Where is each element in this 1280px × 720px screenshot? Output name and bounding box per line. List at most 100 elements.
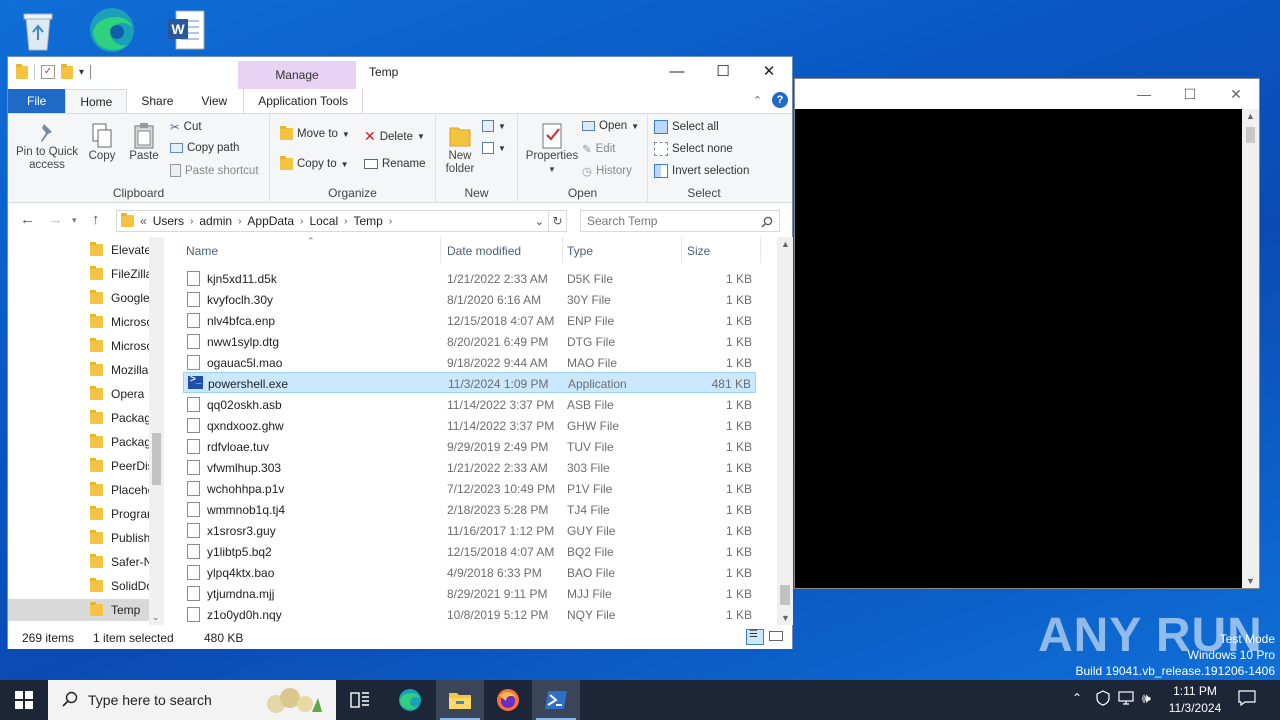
notifications-icon[interactable] <box>1238 690 1256 709</box>
nav-item[interactable]: Mozilla <box>90 359 150 381</box>
table-row[interactable]: ylpq4ktx.bao 4/9/2018 6:33 PM BAO File 1 KB <box>183 562 756 583</box>
nav-item[interactable]: Safer-N <box>90 551 150 573</box>
nav-item[interactable]: Packag <box>90 431 150 453</box>
paste-button[interactable]: Paste <box>128 122 160 163</box>
nav-item[interactable]: Google <box>90 287 150 309</box>
task-view-button[interactable] <box>336 680 384 720</box>
recent-locations-icon[interactable]: ▾ <box>72 215 77 226</box>
large-icons-view-button[interactable] <box>768 629 786 645</box>
search-icon[interactable] <box>761 214 773 234</box>
customize-toolbar-icon[interactable]: ▾ <box>79 67 84 78</box>
back-arrow-icon[interactable]: ← <box>20 211 35 228</box>
chevron-right-icon[interactable]: › <box>190 216 193 227</box>
table-row[interactable]: rdfvloae.tuv 9/29/2019 2:49 PM TUV File 1 K… <box>183 436 756 457</box>
tab-file[interactable]: File <box>8 89 66 113</box>
new-folder-button[interactable]: New folder <box>440 122 480 176</box>
breadcrumb-admin[interactable]: admin <box>199 214 232 228</box>
console-window[interactable]: — ☐ ✕ ▲ ▼ <box>794 78 1260 589</box>
paste-shortcut-button[interactable]: Paste shortcut <box>170 164 259 177</box>
breadcrumb-overflow[interactable]: « <box>140 214 147 228</box>
up-arrow-icon[interactable]: ↑ <box>92 211 100 228</box>
nav-item[interactable]: Packag <box>90 407 150 429</box>
help-icon[interactable]: ? <box>772 92 788 108</box>
column-name[interactable]: Name <box>186 244 218 258</box>
edge-icon[interactable] <box>84 4 140 56</box>
nav-item-temp-selected[interactable]: Temp <box>8 599 149 621</box>
table-row[interactable]: qxndxooz.ghw 11/14/2022 3:37 PM GHW File 1 … <box>183 415 756 436</box>
table-row[interactable]: ytjumdna.mjj 8/29/2021 9:11 PM MJJ File 1 K… <box>183 583 756 604</box>
scroll-down-icon[interactable]: ⌄ <box>152 612 160 623</box>
tab-view[interactable]: View <box>187 89 241 113</box>
console-maximize-button[interactable]: ☐ <box>1167 86 1213 103</box>
breadcrumb-users[interactable]: Users <box>153 214 184 228</box>
nav-item[interactable]: SolidDo <box>90 575 150 597</box>
clock[interactable]: 1:11 PM 11/3/2024 <box>1166 683 1224 717</box>
table-row[interactable]: qq02oskh.asb 11/14/2022 3:37 PM ASB File 1 … <box>183 394 756 415</box>
show-hidden-icons-icon[interactable]: ⌃ <box>1072 691 1082 705</box>
table-row[interactable]: nww1sylp.dtg 8/20/2021 6:49 PM DTG File 1 K… <box>183 331 756 352</box>
taskbar-edge-button[interactable] <box>386 680 434 720</box>
network-icon[interactable] <box>1118 691 1134 708</box>
tab-application-tools[interactable]: Application Tools <box>243 89 364 113</box>
column-date-modified[interactable]: Date modified <box>447 244 521 258</box>
close-button[interactable]: ✕ <box>746 57 792 87</box>
copy-path-button[interactable]: Copy path <box>170 142 239 154</box>
start-button[interactable] <box>0 680 48 720</box>
chevron-right-icon[interactable]: › <box>238 216 241 227</box>
column-divider[interactable] <box>562 237 563 263</box>
details-view-button[interactable]: ☰ <box>746 629 764 645</box>
new-item-button[interactable]: ▼ <box>482 120 506 132</box>
scroll-up-icon[interactable]: ▲ <box>1246 111 1255 121</box>
address-dropdown-icon[interactable]: ⌄ <box>535 215 544 228</box>
refresh-button[interactable]: ↻ <box>549 210 567 232</box>
nav-item[interactable]: FileZilla <box>90 263 150 285</box>
file-list-scroll-thumb[interactable] <box>780 585 790 605</box>
taskbar-powershell-button[interactable] <box>532 680 580 720</box>
properties-button[interactable]: Properties ▼ <box>524 122 580 176</box>
new-folder-icon[interactable] <box>61 63 73 79</box>
open-button[interactable]: Open ▼ <box>582 120 639 132</box>
taskbar-file-explorer-button[interactable] <box>436 680 484 720</box>
table-row[interactable]: vfwmlhup.303 1/21/2022 2:33 AM 303 File 1 K… <box>183 457 756 478</box>
table-row[interactable]: nlv4bfca.enp 12/15/2018 4:07 AM ENP File 1 … <box>183 310 756 331</box>
word-document-icon[interactable]: W <box>158 4 214 56</box>
column-divider[interactable] <box>440 237 441 263</box>
edit-button[interactable]: ✎ Edit <box>582 142 615 156</box>
table-row-selected[interactable]: >_ powershell.exe 11/3/2024 1:09 PM Applic… <box>183 372 756 393</box>
chevron-right-icon[interactable]: › <box>389 216 392 227</box>
nav-scroll-thumb[interactable] <box>152 433 161 485</box>
nav-item[interactable]: Publish <box>90 527 150 549</box>
select-none-button[interactable]: Select none <box>654 142 733 156</box>
file-list-scrollbar[interactable]: ▲ ▼ <box>777 237 793 625</box>
nav-item[interactable]: Placeho <box>90 479 150 501</box>
minimize-button[interactable]: — <box>654 57 700 87</box>
table-row[interactable]: kjn5xd11.d5k 1/21/2022 2:33 AM D5K File 1 K… <box>183 268 756 289</box>
address-bar[interactable]: « Users › admin › AppData › Local › Temp › ⌄ <box>116 210 549 232</box>
nav-item[interactable]: PeerDis <box>90 455 150 477</box>
nav-item[interactable]: Microso <box>90 311 150 333</box>
column-divider[interactable] <box>760 237 761 263</box>
recycle-bin-icon[interactable] <box>10 4 66 56</box>
pin-quick-access-button[interactable]: Pin to Quick access <box>14 122 80 172</box>
breadcrumb-appdata[interactable]: AppData <box>247 214 294 228</box>
tab-share[interactable]: Share <box>127 89 187 113</box>
cut-button[interactable]: ✂ Cut <box>170 120 202 134</box>
properties-check-icon[interactable]: ✓ <box>41 65 55 79</box>
table-row[interactable]: y1libtp5.bq2 12/15/2018 4:07 AM BQ2 File 1 … <box>183 541 756 562</box>
console-scroll-thumb[interactable] <box>1246 127 1255 143</box>
chevron-right-icon[interactable]: › <box>300 216 303 227</box>
invert-selection-button[interactable]: Invert selection <box>654 164 749 178</box>
nav-item[interactable]: Prograr <box>90 503 150 525</box>
maximize-button[interactable]: ☐ <box>700 57 746 87</box>
delete-button[interactable]: ✕ Delete ▼ <box>364 128 425 145</box>
column-type[interactable]: Type <box>567 244 593 258</box>
scroll-up-icon[interactable]: ▲ <box>781 239 790 249</box>
select-all-button[interactable]: Select all <box>654 120 719 134</box>
nav-item[interactable]: Opera <box>90 383 150 405</box>
breadcrumb-local[interactable]: Local <box>309 214 338 228</box>
console-close-button[interactable]: ✕ <box>1213 86 1259 103</box>
console-scrollbar[interactable]: ▲ ▼ <box>1242 109 1259 588</box>
copy-button[interactable]: Copy <box>86 122 118 163</box>
scroll-down-icon[interactable]: ▼ <box>781 613 790 623</box>
search-input[interactable]: Search Temp <box>580 210 780 232</box>
